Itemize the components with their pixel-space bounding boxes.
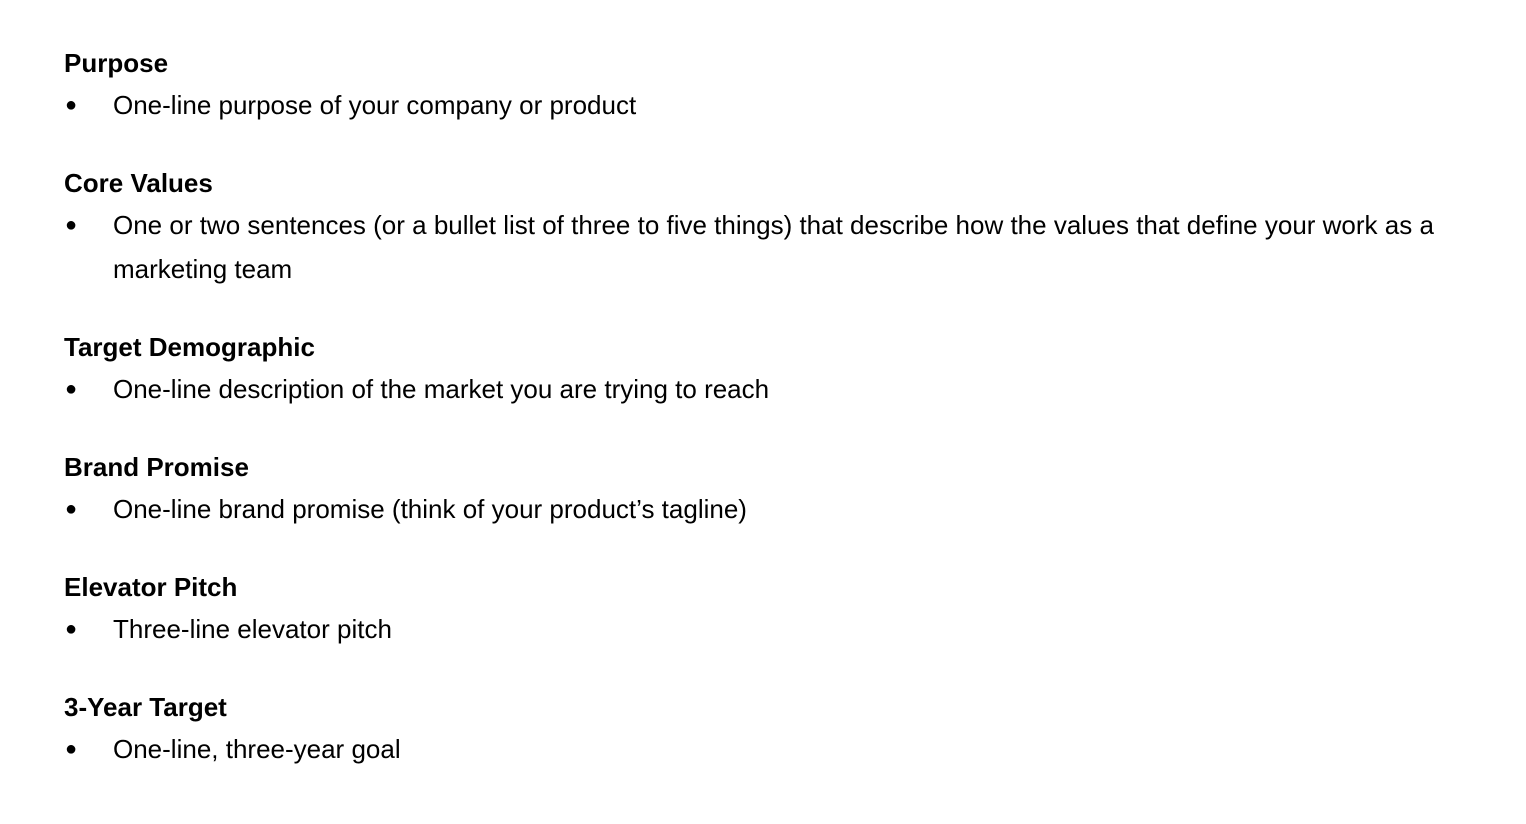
bullet-icon: ● (65, 498, 78, 520)
section-heading: Purpose (64, 48, 169, 78)
list-item-text: One-line, three-year goal (113, 734, 401, 764)
list-item-text: One-line brand promise (think of your pr… (113, 494, 747, 524)
bullet-icon: ● (65, 378, 78, 400)
section-brand-promise: Brand Promise ● One-line brand promise (… (64, 447, 1484, 531)
list-item-text: One-line purpose of your company or prod… (113, 90, 637, 120)
list-item-text: One-line description of the market you a… (113, 374, 770, 404)
section-heading: Target Demographic (64, 332, 315, 362)
list-item: ● Three-line elevator pitch (64, 607, 1484, 651)
bullet-icon: ● (65, 618, 78, 640)
section-elevator-pitch: Elevator Pitch ● Three-line elevator pit… (64, 567, 1484, 651)
list-item: ● One-line purpose of your company or pr… (64, 83, 1484, 127)
section-3-year-target: 3-Year Target ● One-line, three-year goa… (64, 687, 1484, 771)
document-body: Purpose ● One-line purpose of your compa… (64, 43, 1484, 807)
bullet-icon: ● (65, 214, 78, 236)
section-target-demographic: Target Demographic ● One-line descriptio… (64, 327, 1484, 411)
list-item: ● One or two sentences (or a bullet list… (64, 203, 1484, 291)
section-purpose: Purpose ● One-line purpose of your compa… (64, 43, 1484, 127)
list-item-text: One or two sentences (or a bullet list o… (113, 210, 1434, 284)
section-heading: 3-Year Target (64, 692, 227, 722)
section-heading: Elevator Pitch (64, 572, 238, 602)
list-item: ● One-line, three-year goal (64, 727, 1484, 771)
bullet-icon: ● (65, 738, 78, 760)
section-heading: Brand Promise (64, 452, 249, 482)
list-item: ● One-line brand promise (think of your … (64, 487, 1484, 531)
section-heading: Core Values (64, 168, 213, 198)
bullet-icon: ● (65, 94, 78, 116)
list-item-text: Three-line elevator pitch (113, 614, 392, 644)
section-core-values: Core Values ● One or two sentences (or a… (64, 163, 1484, 291)
list-item: ● One-line description of the market you… (64, 367, 1484, 411)
